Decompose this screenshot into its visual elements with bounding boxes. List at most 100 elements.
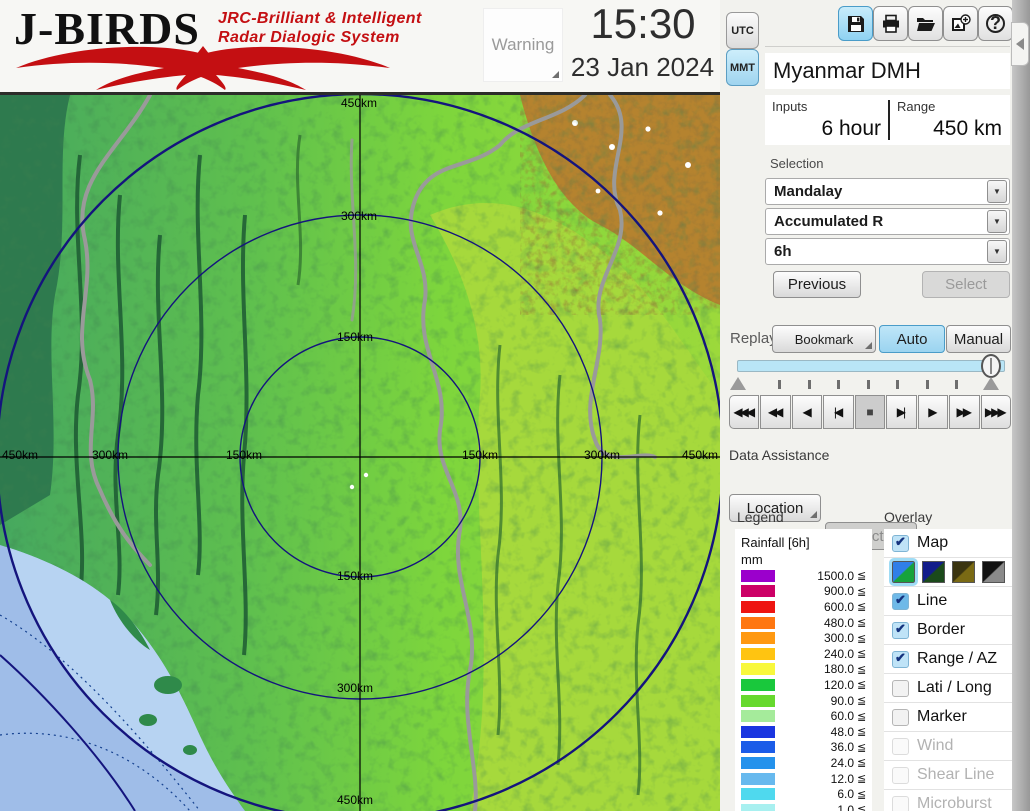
panel-scroll-strip[interactable]	[1012, 0, 1030, 811]
legend-color-swatch	[741, 772, 775, 785]
inputs-label: Inputs	[772, 99, 808, 114]
print-button[interactable]	[873, 6, 908, 41]
unchecked-checkbox[interactable]	[892, 708, 909, 726]
less-equal-symbol: ≦	[857, 695, 867, 708]
less-equal-symbol: ≦	[857, 663, 867, 676]
select-button[interactable]: Select	[922, 271, 1010, 298]
overlay-item-shear-line[interactable]: Shear Line	[884, 761, 1012, 790]
map-style-olive-swatch[interactable]	[952, 561, 975, 583]
header-bar: J-BIRDS JRC-Brilliant & Intelligent Rada…	[0, 0, 722, 92]
replay-range-end-marker[interactable]	[983, 377, 999, 390]
jump-end-button[interactable]: ▶▶▶	[980, 395, 1011, 429]
map-style-color-swatch[interactable]	[889, 558, 918, 586]
jump-start-button[interactable]: ◀◀◀	[729, 395, 760, 429]
station-title-box: Myanmar DMH	[765, 53, 1010, 89]
inputs-field: Inputs 6 hour	[765, 95, 887, 145]
unchecked-checkbox[interactable]	[892, 737, 909, 755]
replay-slider-track[interactable]	[737, 360, 1005, 372]
map-style-navy-swatch[interactable]	[922, 561, 945, 583]
unchecked-checkbox[interactable]	[892, 795, 909, 811]
overlay-item-label: Border	[917, 621, 966, 638]
legend-color-swatch	[741, 663, 775, 676]
legend-row: 1.0 ≦	[741, 802, 868, 811]
open-file-button[interactable]	[908, 6, 943, 41]
help-button[interactable]: ?	[978, 6, 1013, 41]
less-equal-symbol: ≦	[857, 757, 867, 770]
auto-mode-button[interactable]: Auto	[879, 325, 945, 353]
print-icon	[882, 14, 899, 33]
legend-color-swatch	[741, 803, 775, 811]
replay-range-start-marker[interactable]	[730, 377, 746, 390]
overlay-item-border[interactable]: Border	[884, 616, 1012, 645]
duration-dropdown[interactable]: 6h ▼	[765, 238, 1010, 265]
checked-checkbox[interactable]	[892, 534, 909, 552]
overlay-item-map[interactable]: Map	[884, 529, 1012, 558]
overlay-item-label: Line	[917, 592, 948, 609]
panel-collapse-handle[interactable]	[1011, 22, 1029, 66]
save-icon	[847, 15, 864, 32]
unchecked-checkbox[interactable]	[892, 679, 909, 697]
fast-rewind-button[interactable]: ◀◀	[760, 395, 791, 429]
slider-tick	[866, 380, 870, 389]
legend-row: 1500.0 ≦	[741, 568, 868, 584]
step-forward-button[interactable]: ▶|	[886, 395, 917, 429]
legend-color-swatch	[741, 632, 775, 645]
replay-slider-thumb[interactable]	[981, 354, 1001, 378]
warning-button[interactable]: Warning	[483, 8, 563, 82]
slider-tick	[896, 380, 899, 389]
legend-title: Rainfall [6h]	[741, 535, 810, 550]
product-dropdown[interactable]: Accumulated R ▼	[765, 208, 1010, 235]
jbirds-app: J-BIRDS JRC-Brilliant & Intelligent Rada…	[0, 0, 1030, 811]
range-label: 450km	[341, 96, 378, 110]
radar-map[interactable]: 450km 300km 150km 450km 300km 150km 150km 300km…	[0, 92, 725, 811]
reverse-play-button[interactable]: ◀	[791, 395, 823, 429]
legend-unit: mm	[741, 552, 763, 567]
overlay-label: Overlay	[884, 509, 933, 525]
overlay-item-marker[interactable]: Marker	[884, 703, 1012, 732]
play-button[interactable]: ▶	[917, 395, 949, 429]
fast-forward-button[interactable]: ▶▶	[949, 395, 980, 429]
legend-color-swatch	[741, 725, 775, 738]
range-label: 150km	[337, 569, 374, 583]
chevron-down-icon[interactable]: ▼	[987, 240, 1007, 263]
chevron-down-icon[interactable]: ▼	[987, 180, 1007, 203]
capture-image-button[interactable]	[943, 6, 978, 41]
less-equal-symbol: ≦	[857, 741, 867, 754]
checked-checkbox[interactable]	[892, 621, 909, 639]
checked-checkbox[interactable]	[892, 650, 909, 668]
legend-value: 600.0	[823, 599, 854, 614]
overlay-item-range-az[interactable]: Range / AZ	[884, 645, 1012, 674]
checked-checkbox[interactable]	[892, 592, 909, 610]
range-label: 150km	[462, 448, 499, 462]
previous-button[interactable]: Previous	[773, 271, 861, 298]
manual-mode-button[interactable]: Manual	[946, 325, 1011, 353]
replay-label: Replay	[730, 330, 777, 347]
less-equal-symbol: ≦	[857, 648, 867, 661]
legend-color-swatch	[741, 678, 775, 691]
chevron-down-icon[interactable]: ▼	[987, 210, 1007, 233]
overlay-item-microburst[interactable]: Microburst	[884, 790, 1012, 811]
playback-controls: ◀◀◀ ◀◀ ◀ |◀ ■ ▶| ▶ ▶▶ ▶▶▶	[729, 395, 1011, 429]
overlay-item-lati-long[interactable]: Lati / Long	[884, 674, 1012, 703]
utc-toggle-button[interactable]: UTC	[726, 12, 759, 49]
legend-color-swatch	[741, 569, 775, 582]
stop-button[interactable]: ■	[854, 395, 886, 429]
panel-divider	[765, 46, 1010, 47]
legend-value: 36.0	[830, 740, 854, 755]
mmt-toggle-button[interactable]: MMT	[726, 49, 759, 86]
map-style-gray-swatch[interactable]	[982, 561, 1005, 583]
station-dropdown[interactable]: Mandalay ▼	[765, 178, 1010, 205]
slider-tick	[807, 380, 811, 389]
less-equal-symbol: ≦	[857, 773, 867, 786]
less-equal-symbol: ≦	[857, 632, 867, 645]
overlay-item-wind[interactable]: Wind	[884, 732, 1012, 761]
overlay-item-line[interactable]: Line	[884, 587, 1012, 616]
save-button[interactable]	[838, 6, 873, 41]
legend-color-swatch	[741, 710, 775, 723]
bookmark-button[interactable]: Bookmark	[772, 325, 876, 353]
less-equal-symbol: ≦	[857, 710, 867, 723]
unchecked-checkbox[interactable]	[892, 766, 909, 784]
collapse-left-icon	[1016, 38, 1024, 50]
legend-color-swatch	[741, 741, 775, 754]
step-back-button[interactable]: |◀	[823, 395, 854, 429]
